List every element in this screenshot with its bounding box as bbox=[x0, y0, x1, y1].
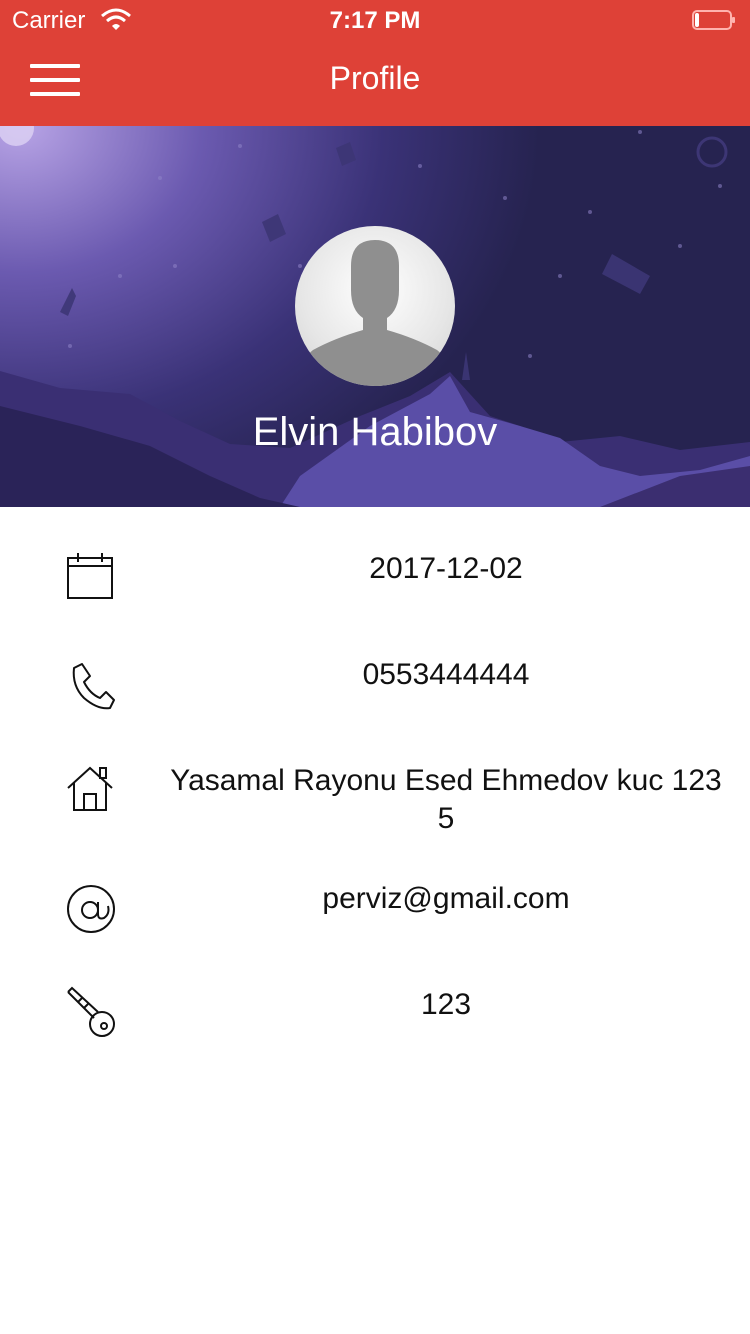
profile-hero: Elvin Habibov bbox=[0, 126, 750, 507]
home-icon bbox=[67, 766, 113, 811]
status-time: 7:17 PM bbox=[329, 7, 421, 34]
key-icon bbox=[67, 986, 115, 1037]
calendar-icon bbox=[67, 553, 113, 599]
email-value: perviz@gmail.com bbox=[322, 882, 570, 915]
password-value: 123 bbox=[420, 988, 472, 1021]
phone-value: 0553444444 bbox=[362, 658, 530, 691]
top-bar: Carrier 7:17 PM Profile bbox=[0, 0, 750, 126]
address-value: Yasamal Rayonu Esed Ehmedov kuc 123 5 bbox=[170, 764, 722, 835]
profile-name: Elvin Habibov bbox=[252, 410, 498, 454]
avatar[interactable] bbox=[295, 226, 455, 386]
at-icon bbox=[67, 885, 115, 933]
user-silhouette-icon bbox=[299, 240, 451, 386]
page-title: Profile bbox=[329, 60, 421, 96]
battery-icon bbox=[692, 10, 735, 30]
status-bar: Carrier 7:17 PM bbox=[0, 0, 750, 40]
phone-icon bbox=[72, 663, 115, 710]
birthdate-value: 2017-12-02 bbox=[369, 552, 523, 585]
